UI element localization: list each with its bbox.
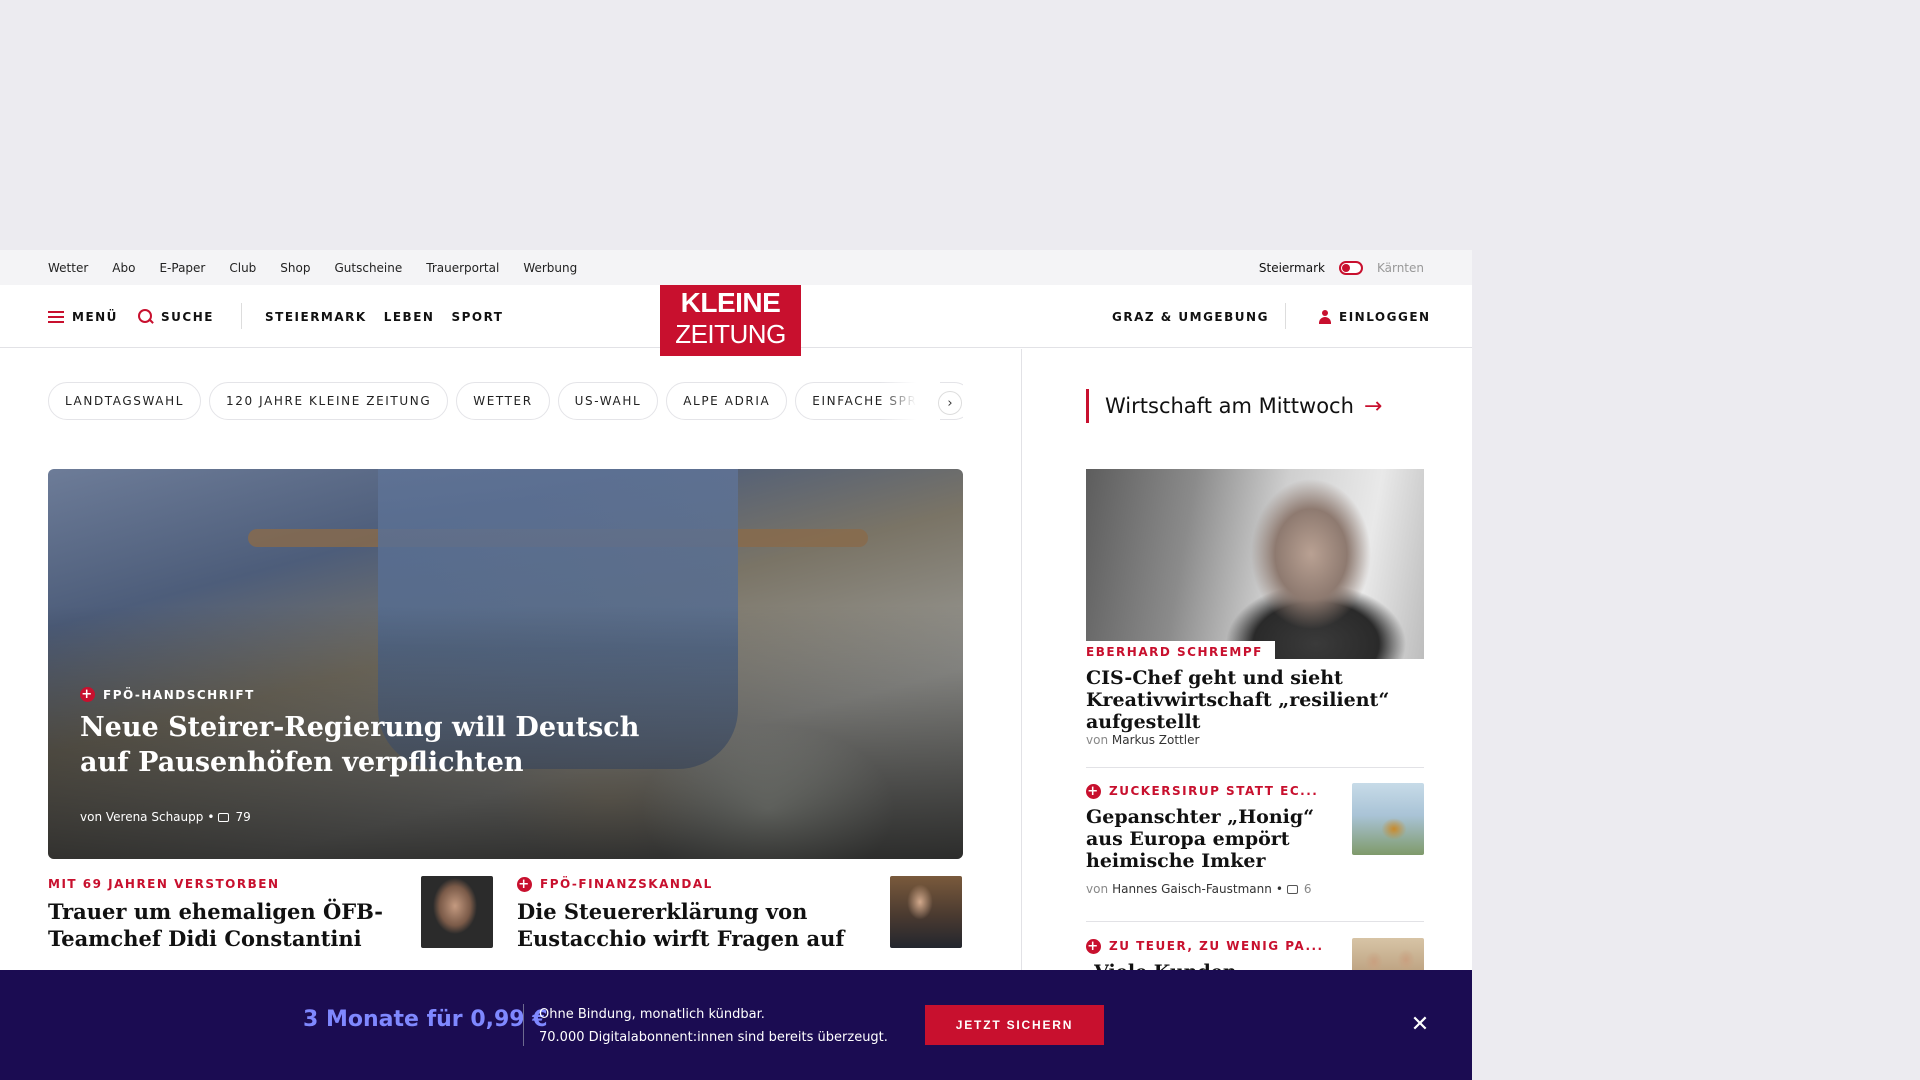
sidebar-lead-kicker: EBERHARD SCHREMPF <box>1086 641 1275 663</box>
chevron-right-icon: › <box>947 395 953 411</box>
hero-article[interactable]: + FPÖ-HANDSCHRIFT Neue Steirer-Regierung… <box>48 469 963 859</box>
region-toggle[interactable] <box>1338 260 1363 275</box>
page: Wetter Abo E-Paper Club Shop Gutscheine … <box>0 250 1472 1080</box>
hero-comment-count[interactable]: 79 <box>235 810 250 824</box>
sidebar-lead-title[interactable]: CIS-Chef geht und sieht Kreativwirtschaf… <box>1086 667 1416 733</box>
promo-divider <box>523 1004 524 1046</box>
chips-fade <box>880 382 940 422</box>
subscription-banner: 3 Monate für 0,99 € Ohne Bindung, monatl… <box>0 970 1472 1080</box>
header-divider-2 <box>1285 303 1286 329</box>
nav-leben[interactable]: LEBEN <box>384 310 435 324</box>
search-icon <box>138 309 153 324</box>
plus-icon: + <box>1086 783 1101 799</box>
utility-link-trauerportal[interactable]: Trauerportal <box>426 261 499 275</box>
user-icon <box>1319 309 1331 324</box>
nav-steiermark[interactable]: STEIERMARK <box>265 310 367 324</box>
sidebar-item-honig[interactable]: + ZUCKERSIRUP STATT EC... Gepanschter „H… <box>1086 783 1424 896</box>
hero-byline: von Verena Schaupp <box>80 810 204 824</box>
utility-link-werbung[interactable]: Werbung <box>523 261 577 275</box>
teaser-title[interactable]: Die Steuererklärung von Eustacchio wirft… <box>517 898 867 952</box>
main-header: MENÜ SUCHE STEIERMARK LEBEN SPORT KLEINE… <box>0 285 1472 356</box>
topic-chips: LANDTAGSWAHL 120 JAHRE KLEINE ZEITUNG WE… <box>48 382 963 422</box>
promo-line-2: 70.000 Digitalabonnent:innen sind bereit… <box>539 1030 888 1045</box>
close-icon[interactable]: ✕ <box>1408 1013 1432 1037</box>
menu-button[interactable]: MENÜ <box>48 285 118 348</box>
utility-bar: Wetter Abo E-Paper Club Shop Gutscheine … <box>0 250 1472 285</box>
chip-wetter[interactable]: WETTER <box>456 382 550 420</box>
sidebar-item-thumbnail[interactable] <box>1352 783 1424 855</box>
sidebar-item-kicker-text: ZU TEUER, ZU WENIG PA... <box>1109 939 1324 953</box>
login-label: EINLOGGEN <box>1339 309 1431 324</box>
logo-line-1: KLEINE <box>680 287 781 318</box>
location-button[interactable]: GRAZ & UMGEBUNG <box>1112 285 1269 348</box>
hero-kicker: + FPÖ-HANDSCHRIFT <box>80 687 255 702</box>
teaser-thumbnail[interactable] <box>890 876 962 948</box>
promo-price: 3 Monate für 0,99 € <box>303 1007 548 1032</box>
utility-link-epaper[interactable]: E-Paper <box>159 261 205 275</box>
plus-icon: + <box>80 687 95 702</box>
arrow-right-icon: → <box>1363 393 1383 419</box>
byline-prefix: von <box>1086 733 1109 747</box>
chip-120-jahre[interactable]: 120 JAHRE KLEINE ZEITUNG <box>209 382 449 420</box>
sidebar-divider <box>1086 921 1424 922</box>
hamburger-icon <box>48 310 64 323</box>
comment-icon <box>218 812 230 822</box>
location-label: GRAZ & UMGEBUNG <box>1112 309 1269 324</box>
subscribe-button[interactable]: JETZT SICHERN <box>925 1005 1104 1045</box>
chip-alpe-adria[interactable]: ALPE ADRIA <box>666 382 788 420</box>
main-nav: STEIERMARK LEBEN SPORT <box>265 285 503 348</box>
sidebar-item-title[interactable]: Gepanschter „Honig“ aus Europa empört he… <box>1086 806 1316 872</box>
logo-line-2: ZEITUNG <box>675 319 786 349</box>
meta-separator: • <box>207 810 215 824</box>
sidebar-item-kicker-text: ZUCKERSIRUP STATT EC... <box>1109 784 1319 798</box>
nav-sport[interactable]: SPORT <box>451 310 503 324</box>
meta-separator: • <box>1275 882 1283 896</box>
promo-text: Ohne Bindung, monatlich kündbar. 70.000 … <box>539 1003 888 1049</box>
promo-line-1: Ohne Bindung, monatlich kündbar. <box>539 1007 765 1022</box>
byline-author[interactable]: Markus Zottler <box>1112 733 1200 747</box>
utility-link-club[interactable]: Club <box>229 261 256 275</box>
utility-link-gutscheine[interactable]: Gutscheine <box>334 261 402 275</box>
search-label: SUCHE <box>161 309 214 324</box>
sidebar-divider <box>1086 767 1424 768</box>
byline-prefix: von <box>1086 882 1109 896</box>
byline-author[interactable]: Hannes Gaisch-Faustmann <box>1112 882 1272 896</box>
search-button[interactable]: SUCHE <box>138 285 214 348</box>
header-divider <box>241 303 242 329</box>
region-kaernten[interactable]: Kärnten <box>1377 261 1424 275</box>
chip-us-wahl[interactable]: US-WAHL <box>557 382 659 420</box>
hero-meta: von Verena Schaupp • 79 <box>80 810 251 824</box>
utility-link-shop[interactable]: Shop <box>280 261 310 275</box>
plus-icon: + <box>517 876 532 892</box>
comment-count[interactable]: 6 <box>1304 882 1312 896</box>
teaser-title[interactable]: Trauer um ehemaligen ÖFB-Teamchef Didi C… <box>48 898 398 952</box>
utility-links: Wetter Abo E-Paper Club Shop Gutscheine … <box>48 250 577 285</box>
teaser-kicker-text: MIT 69 JAHREN VERSTORBEN <box>48 877 280 891</box>
login-button[interactable]: EINLOGGEN <box>1319 285 1431 348</box>
teaser-kicker-text: FPÖ-FINANZSKANDAL <box>540 877 713 891</box>
plus-icon: + <box>1086 938 1101 954</box>
hero-image-gradient <box>48 469 963 859</box>
region-switch: Steiermark Kärnten <box>1259 250 1424 285</box>
chip-landtagswahl[interactable]: LANDTAGSWAHL <box>48 382 202 420</box>
comment-icon <box>1286 884 1298 894</box>
kleine-zeitung-logo[interactable]: KLEINE ZEITUNG <box>660 285 801 356</box>
chips-next-button[interactable]: › <box>938 391 962 415</box>
utility-link-wetter[interactable]: Wetter <box>48 261 88 275</box>
sidebar-heading[interactable]: Wirtschaft am Mittwoch → <box>1086 389 1382 423</box>
sidebar-lead-image[interactable] <box>1086 469 1424 659</box>
sidebar-item-meta: von Hannes Gaisch-Faustmann • 6 <box>1086 882 1424 896</box>
region-steiermark[interactable]: Steiermark <box>1259 261 1325 275</box>
utility-link-abo[interactable]: Abo <box>112 261 135 275</box>
menu-label: MENÜ <box>72 309 118 324</box>
sidebar-heading-text: Wirtschaft am Mittwoch <box>1105 394 1354 418</box>
sidebar-lead-meta: von Markus Zottler <box>1086 733 1199 747</box>
teaser-thumbnail[interactable] <box>421 876 493 948</box>
hero-title[interactable]: Neue Steirer-Regierung will Deutsch auf … <box>80 710 640 780</box>
hero-kicker-text: FPÖ-HANDSCHRIFT <box>103 687 255 702</box>
